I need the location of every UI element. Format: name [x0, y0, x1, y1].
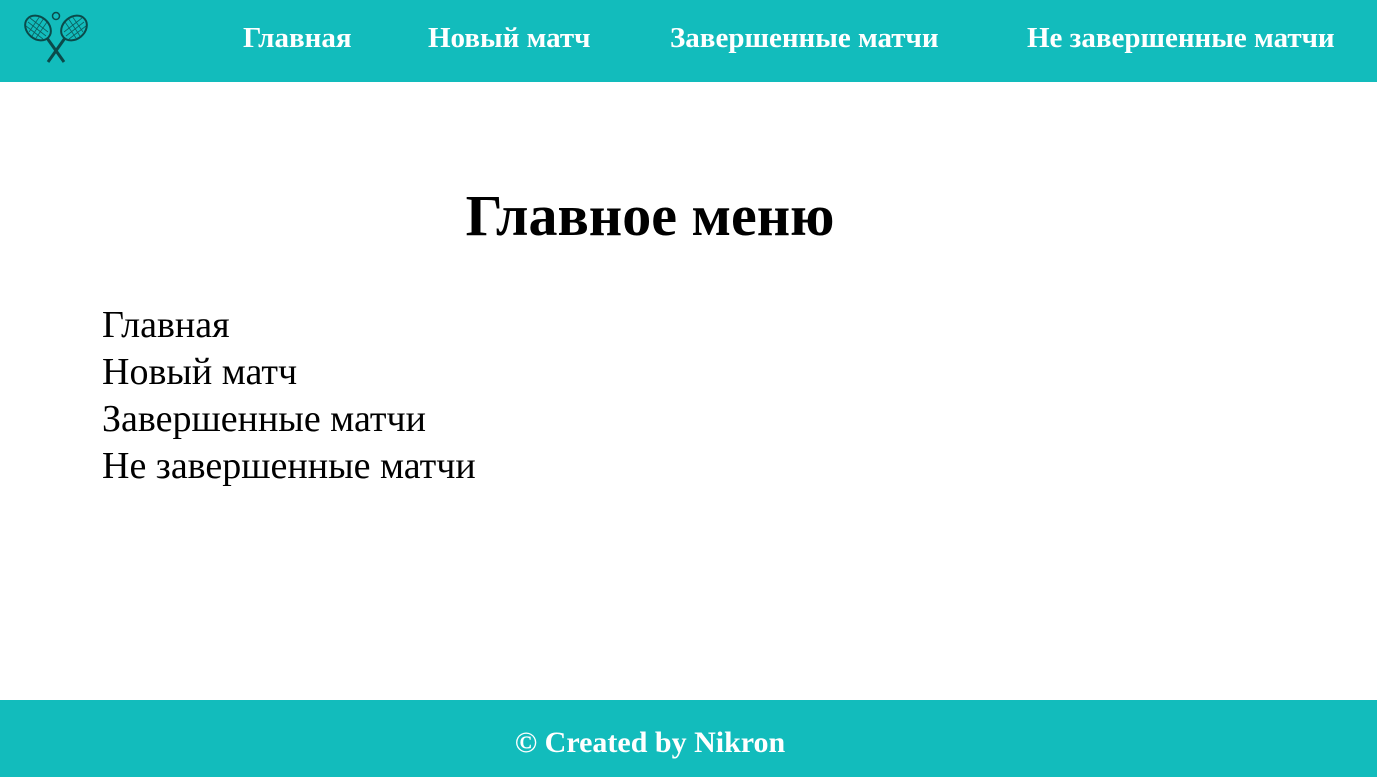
menu-item-new-match[interactable]: Новый матч [102, 349, 476, 396]
tennis-rackets-icon[interactable] [14, 6, 98, 68]
nav-link-home[interactable]: Главная [243, 20, 352, 56]
main-menu-list: Главная Новый матч Завершенные матчи Не … [102, 302, 476, 490]
site-header: Главная Новый матч Завершенные матчи Не … [0, 0, 1377, 82]
menu-item-unfinished-matches[interactable]: Не завершенные матчи [102, 443, 476, 490]
nav-link-new-match[interactable]: Новый матч [428, 20, 591, 56]
nav-link-finished-matches[interactable]: Завершенные матчи [670, 20, 939, 56]
menu-item-home[interactable]: Главная [102, 302, 476, 349]
menu-item-finished-matches[interactable]: Завершенные матчи [102, 396, 476, 443]
site-footer: © Created by Nikron [0, 700, 1377, 777]
nav-link-unfinished-matches[interactable]: Не завершенные матчи [1027, 20, 1335, 56]
page-title: Главное меню [465, 183, 835, 248]
footer-credit: © Created by Nikron [514, 726, 786, 759]
